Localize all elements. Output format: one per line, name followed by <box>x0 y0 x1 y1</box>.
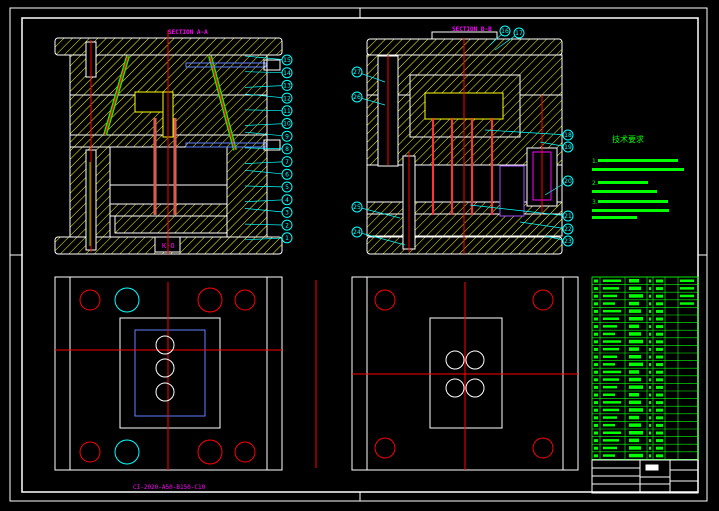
bom-row <box>592 421 698 427</box>
bom-row <box>592 276 698 283</box>
balloon-number: 2 <box>285 222 289 229</box>
balloon-number: 10 <box>283 121 291 128</box>
bom-row <box>592 345 698 351</box>
bom-row <box>592 360 698 367</box>
balloon-number: 22 <box>564 226 572 233</box>
bom-row <box>592 299 698 306</box>
balloon-number: 23 <box>564 238 572 245</box>
balloon-number: 20 <box>564 178 572 185</box>
bom-row <box>592 352 698 359</box>
balloon-number: 14 <box>283 70 291 77</box>
tech-item-2: 2. <box>592 180 598 187</box>
balloon-number: 4 <box>285 197 289 204</box>
balloon-number: 1 <box>285 235 289 242</box>
balloon-number: 13 <box>283 83 291 90</box>
bom-row <box>592 307 698 313</box>
section-a-title: SECTION A-A <box>168 29 208 36</box>
balloon-number: 17 <box>515 30 523 37</box>
bom-row <box>592 413 698 420</box>
balloon-number: 15 <box>283 57 291 64</box>
bom-row <box>592 367 698 374</box>
balloon-number: 24 <box>353 229 361 236</box>
balloon-number: 18 <box>564 132 572 139</box>
bill-of-materials-table <box>591 276 699 460</box>
balloon-number: 8 <box>285 146 289 153</box>
tech-requirements-title: 技术要求 <box>612 134 644 144</box>
bom-row <box>592 322 698 329</box>
bom-row <box>592 314 698 321</box>
bom-row <box>592 451 698 458</box>
technical-requirements: 技术要求 1. 2. 3. <box>592 134 684 219</box>
bom-row <box>592 329 698 336</box>
tech-item-3: 3. <box>592 199 598 206</box>
balloon-number: 25 <box>353 204 361 211</box>
title-block <box>591 459 699 494</box>
balloon-number: 6 <box>285 172 289 179</box>
balloon-number: 9 <box>285 133 289 140</box>
balloon-number: 3 <box>285 210 289 217</box>
bom-row <box>592 405 698 412</box>
plan-view-right <box>351 276 579 471</box>
tech-item-1: 1. <box>592 158 598 165</box>
bom-row <box>592 443 698 450</box>
bom-row <box>592 428 698 435</box>
cad-drawing-sheet: SECTION A-A K-O 15 14 13 12 11 10 9 8 7 6 5 4 3 2 <box>0 0 719 511</box>
section-a-a-view: SECTION A-A K-O <box>54 29 283 255</box>
balloon-number: 19 <box>564 144 572 151</box>
bom-row <box>592 337 698 344</box>
plan-left-caption: CI-2020-A50-B150-C10 <box>133 484 206 491</box>
bom-row <box>592 398 698 405</box>
bom-row <box>592 284 698 291</box>
balloon-number: 27 <box>353 69 361 76</box>
drawing-canvas: SECTION A-A K-O 15 14 13 12 11 10 9 8 7 6 5 4 3 2 <box>9 7 708 502</box>
bom-row <box>592 383 698 389</box>
balloon-number: 16 <box>501 28 509 35</box>
balloon-number: 12 <box>283 95 291 102</box>
balloon-number: 21 <box>564 213 572 220</box>
balloon-number: 5 <box>285 184 289 191</box>
section-b-b-view: SECTION B-B <box>366 26 563 255</box>
bom-row <box>592 436 698 443</box>
bom-row <box>592 375 698 382</box>
plan-view-left: CI-2020-A50-B150-C10 <box>54 276 283 491</box>
balloon-number: 11 <box>283 108 291 115</box>
bom-row <box>592 291 698 298</box>
balloon-number: 26 <box>353 94 361 101</box>
balloon-number: 7 <box>285 159 289 166</box>
bom-row <box>592 390 698 397</box>
